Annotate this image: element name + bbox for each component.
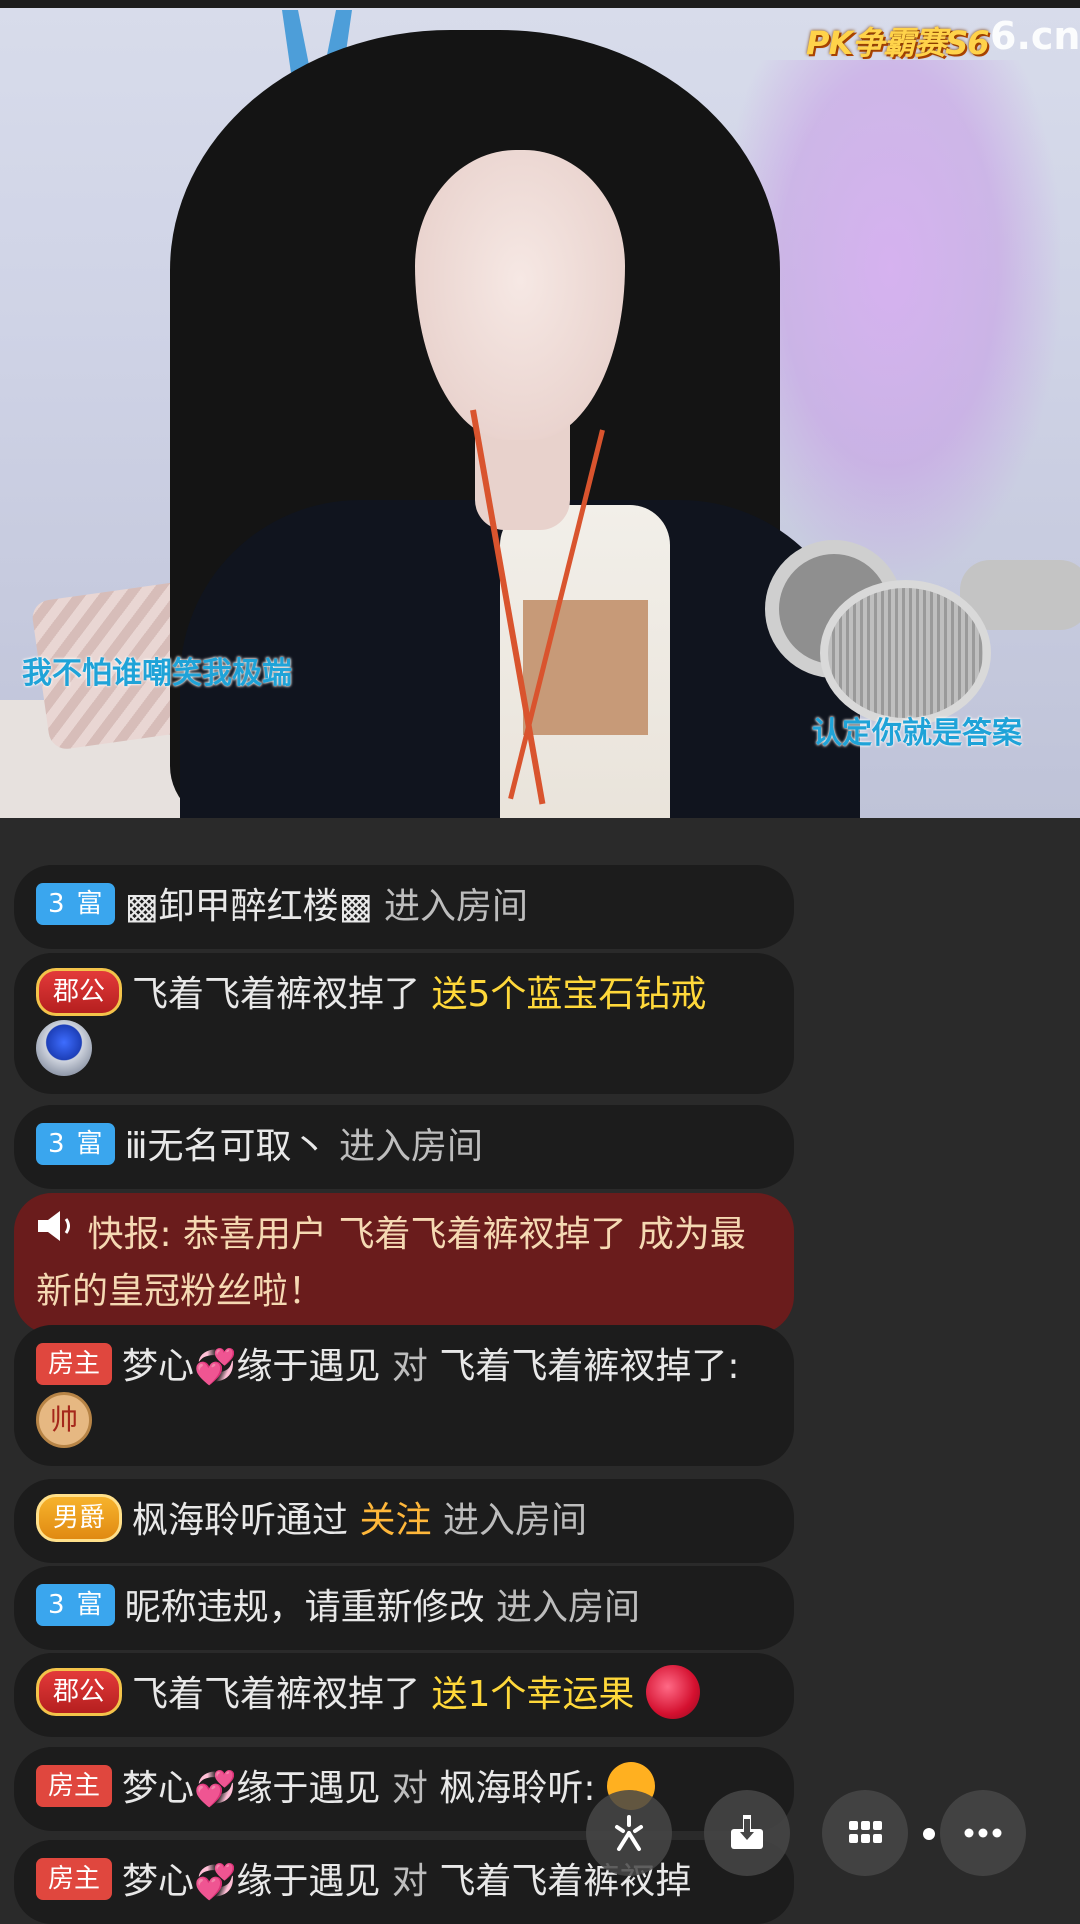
download-icon [731, 1815, 763, 1849]
chat-username[interactable]: 梦心 [122, 1346, 194, 1387]
to-word: 对 [391, 1768, 428, 1809]
heart-icon: 💞 [194, 1347, 237, 1387]
target-username[interactable]: 飞着飞着裤衩掉了: [439, 1346, 739, 1387]
chat-message[interactable]: 房主 梦心💞缘于遇见 对 飞着飞着裤衩掉了: 帅 [14, 1325, 794, 1466]
chat-username[interactable]: 昵称违规，请重新修改 [125, 1587, 485, 1628]
chat-message[interactable]: 房主 梦心💞缘于遇见 对 飞着飞着裤衩掉 [14, 1840, 794, 1924]
follow-text: 关注 [359, 1500, 432, 1541]
rich-level-badge: 3富 [36, 1123, 115, 1165]
chat-username[interactable]: 飞着飞着裤衩掉了 [132, 974, 420, 1015]
chat-username[interactable]: ⅲ无名可取丶 [125, 1126, 328, 1167]
chat-username-suffix: 缘于遇见 [236, 1768, 381, 1809]
event-logo: PK争霸赛S6 [806, 24, 990, 62]
chat-action: 进入房间 [442, 1500, 587, 1541]
chat-username[interactable]: 飞着飞着裤衩掉了 [132, 1674, 420, 1715]
chat-username[interactable]: 梦心 [122, 1768, 194, 1809]
chat-username[interactable]: 梦心 [122, 1861, 194, 1902]
chat-username-suffix: 缘于遇见 [236, 1861, 381, 1902]
chat-action: 进入房间 [384, 886, 529, 927]
chat-message[interactable]: 房主 梦心💞缘于遇见 对 枫海聆听: [14, 1747, 794, 1831]
rank-badge: 郡公 [36, 968, 123, 1016]
gift-text: 送5个蓝宝石钻戒 [431, 974, 707, 1015]
chat-username[interactable]: 枫海聆听通过 [132, 1500, 348, 1541]
lyric-right: 认定你就是答案 [812, 716, 1022, 751]
heart-icon: 💞 [194, 1769, 237, 1809]
lyric-left: 我不怕谁嘲笑我极端 [22, 656, 292, 691]
target-username[interactable]: 枫海聆听: [439, 1768, 595, 1809]
grid-menu-button[interactable] [822, 1790, 908, 1876]
gift-text: 送1个幸运果 [431, 1674, 635, 1715]
to-word: 对 [391, 1861, 428, 1902]
speaker-icon [36, 1204, 76, 1260]
rank-badge: 郡公 [36, 1668, 123, 1716]
heart-icon: 💞 [194, 1862, 237, 1902]
more-icon [964, 1828, 1002, 1838]
grid-icon [849, 1821, 882, 1843]
announcement-message[interactable]: 快报: 恭喜用户 飞着飞着裤衩掉了 成为最新的皇冠粉丝啦！ [14, 1193, 794, 1334]
lucky-fruit-icon [645, 1665, 700, 1719]
announcement-prefix: 快报: [87, 1214, 172, 1255]
status-strip [0, 0, 1080, 8]
chat-message[interactable]: 郡公 飞着飞着裤衩掉了 送5个蓝宝石钻戒 [14, 953, 794, 1094]
chat-message[interactable]: 3 富昵称违规，请重新修改 进入房间 [14, 1566, 794, 1650]
sparkle-button[interactable] [586, 1790, 672, 1876]
chat-username-suffix: 缘于遇见 [236, 1346, 381, 1387]
chat-action: 进入房间 [338, 1126, 483, 1167]
rich-level-badge: 3富 [36, 1584, 115, 1626]
host-badge: 房主 [36, 1343, 113, 1385]
live-video[interactable]: PK争霸赛S6 6.cn 我不怕谁嘲笑我极端 认定你就是答案 [0, 0, 1080, 818]
download-button[interactable] [704, 1790, 790, 1876]
to-word: 对 [391, 1346, 428, 1387]
streamer-face [415, 150, 625, 440]
sapphire-ring-icon [36, 1020, 92, 1076]
chat-message[interactable]: 郡公 飞着飞着裤衩掉了 送1个幸运果 [14, 1653, 794, 1737]
chat-message[interactable]: 男爵 枫海聆听通过 关注 进入房间 [14, 1479, 794, 1563]
host-badge: 房主 [36, 1858, 113, 1900]
rank-badge: 男爵 [36, 1494, 123, 1542]
chat-message[interactable]: 3 富 ▩卸甲醉红楼▩ 进入房间 [14, 865, 794, 949]
sparkle-icon [615, 1815, 643, 1851]
microphone [820, 580, 991, 726]
chat-message[interactable]: 3 富 ⅲ无名可取丶 进入房间 [14, 1105, 794, 1189]
chess-sticker-icon: 帅 [36, 1392, 92, 1448]
host-badge: 房主 [36, 1765, 113, 1807]
notification-dot [923, 1828, 935, 1840]
site-logo: 6.cn [990, 14, 1080, 58]
chat-action: 进入房间 [496, 1587, 641, 1628]
chat-username[interactable]: ▩卸甲醉红楼▩ [125, 886, 373, 927]
rich-level-badge: 3富 [36, 883, 115, 925]
more-button[interactable] [940, 1790, 1026, 1876]
